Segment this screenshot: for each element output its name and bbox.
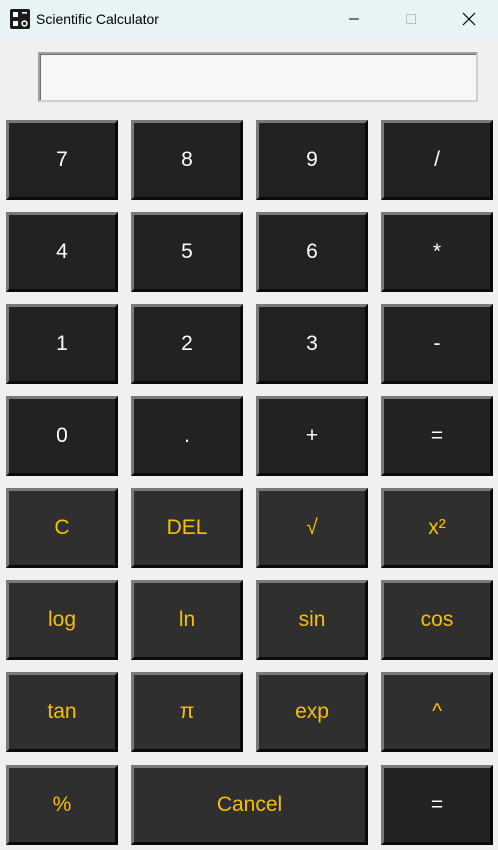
- button-equals-bottom[interactable]: =: [381, 765, 493, 845]
- button-decimal[interactable]: .: [131, 396, 243, 476]
- button-7[interactable]: 7: [6, 120, 118, 200]
- button-equals[interactable]: =: [381, 396, 493, 476]
- minimize-icon: [349, 18, 359, 20]
- button-8[interactable]: 8: [131, 120, 243, 200]
- button-pi[interactable]: π: [131, 672, 243, 752]
- close-icon: [462, 12, 476, 26]
- button-exp[interactable]: exp: [256, 672, 368, 752]
- button-square[interactable]: x²: [381, 488, 493, 568]
- button-delete[interactable]: DEL: [131, 488, 243, 568]
- button-4[interactable]: 4: [6, 212, 118, 292]
- calculator-window: Scientific Calculator 7 8 9 / 4 5 6 * 1 …: [0, 0, 498, 850]
- button-percent[interactable]: %: [6, 765, 118, 845]
- button-1[interactable]: 1: [6, 304, 118, 384]
- display-input[interactable]: [38, 52, 478, 102]
- button-divide[interactable]: /: [381, 120, 493, 200]
- button-ln[interactable]: ln: [131, 580, 243, 660]
- button-multiply[interactable]: *: [381, 212, 493, 292]
- button-5[interactable]: 5: [131, 212, 243, 292]
- button-sin[interactable]: sin: [256, 580, 368, 660]
- button-power[interactable]: ^: [381, 672, 493, 752]
- minimize-button[interactable]: [325, 0, 383, 38]
- button-9[interactable]: 9: [256, 120, 368, 200]
- maximize-icon: [406, 14, 416, 24]
- title-bar: Scientific Calculator: [0, 0, 498, 38]
- button-3[interactable]: 3: [256, 304, 368, 384]
- button-0[interactable]: 0: [6, 396, 118, 476]
- button-sqrt[interactable]: √: [256, 488, 368, 568]
- button-subtract[interactable]: -: [381, 304, 493, 384]
- button-6[interactable]: 6: [256, 212, 368, 292]
- calculator-app-icon: [10, 9, 30, 29]
- cancel-button[interactable]: Cancel: [131, 765, 368, 845]
- button-2[interactable]: 2: [131, 304, 243, 384]
- close-button[interactable]: [440, 0, 498, 38]
- maximize-button[interactable]: [382, 0, 440, 38]
- button-clear[interactable]: C: [6, 488, 118, 568]
- window-title: Scientific Calculator: [36, 11, 159, 27]
- button-cos[interactable]: cos: [381, 580, 493, 660]
- button-tan[interactable]: tan: [6, 672, 118, 752]
- button-add[interactable]: +: [256, 396, 368, 476]
- button-log[interactable]: log: [6, 580, 118, 660]
